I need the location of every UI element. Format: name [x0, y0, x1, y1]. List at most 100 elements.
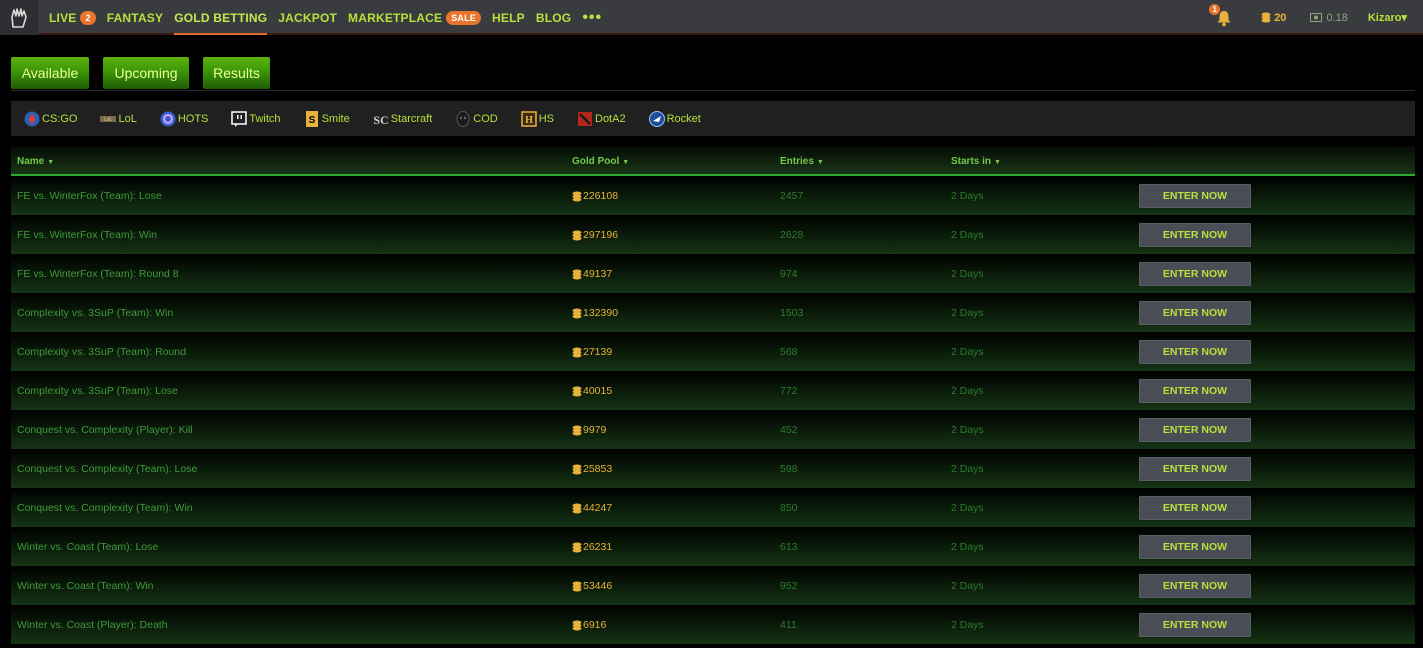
- bet-name-link[interactable]: FE vs. WinterFox (Team): Lose: [17, 190, 162, 202]
- bet-name-link[interactable]: Complexity vs. 3SuP (Team): Win: [17, 307, 173, 319]
- starts-in-cell: 2 Days: [951, 424, 984, 436]
- user-menu[interactable]: Kizaro▾: [1368, 11, 1407, 24]
- table-body: FE vs. WinterFox (Team): Lose 226108 2457 2…: [11, 176, 1415, 644]
- enter-now-button[interactable]: ENTER NOW: [1139, 223, 1251, 247]
- nav-item-blog[interactable]: BLOG: [536, 0, 571, 35]
- nav-item-gold-betting[interactable]: GOLD BETTING: [174, 0, 268, 35]
- gold-coin-icon: [572, 581, 582, 592]
- bet-name-link[interactable]: Winter vs. Coast (Player): Death: [17, 619, 168, 631]
- game-filter-twitch[interactable]: Twitch: [230, 110, 281, 128]
- enter-now-button[interactable]: ENTER NOW: [1139, 379, 1251, 403]
- entries-cell: 2457: [780, 190, 804, 202]
- gold-coin-icon: [572, 464, 582, 475]
- starts-in-cell: 2 Days: [951, 268, 984, 280]
- column-header-entries[interactable]: Entries ▼: [780, 156, 824, 167]
- enter-now-button[interactable]: ENTER NOW: [1139, 496, 1251, 520]
- gold-coin-icon: [572, 230, 582, 241]
- enter-now-button[interactable]: ENTER NOW: [1139, 301, 1251, 325]
- gold-pool-value: 49137: [583, 268, 613, 280]
- enter-now-button[interactable]: ENTER NOW: [1139, 613, 1251, 637]
- starts-in-cell: 2 Days: [951, 307, 984, 319]
- enter-now-button[interactable]: ENTER NOW: [1139, 574, 1251, 598]
- starts-in-cell: 2 Days: [951, 541, 984, 553]
- more-menu-icon[interactable]: •••: [582, 0, 602, 35]
- gold-pool-cell: 53446: [572, 580, 612, 592]
- table-row: Conquest vs. Complexity (Player): Kill 99…: [11, 410, 1415, 449]
- enter-now-button[interactable]: ENTER NOW: [1139, 457, 1251, 481]
- column-header-name[interactable]: Name ▼: [17, 156, 54, 167]
- nav-item-jackpot[interactable]: JACKPOT: [278, 0, 337, 35]
- gold-coin-icon: [1261, 12, 1271, 23]
- nav-item-fantasy[interactable]: FANTASY: [107, 0, 164, 35]
- gold-coin-icon: [572, 269, 582, 280]
- game-filter-lol[interactable]: LoL LoL: [99, 110, 137, 128]
- tab-results[interactable]: Results: [203, 57, 270, 89]
- enter-now-button[interactable]: ENTER NOW: [1139, 535, 1251, 559]
- bet-name-link[interactable]: FE vs. WinterFox (Team): Win: [17, 229, 157, 241]
- cod-icon: [454, 110, 473, 128]
- main-nav: LIVE 2 FANTASY GOLD BETTING JACKPOT MARKETPLA…: [49, 0, 613, 35]
- gold-coin-icon: [572, 542, 582, 553]
- gold-pool-cell: 27139: [572, 346, 612, 358]
- game-filter-dota2[interactable]: DotA2: [576, 110, 626, 128]
- vulcun-logo-icon[interactable]: [0, 0, 38, 35]
- game-filter-hots[interactable]: HOTS: [159, 110, 208, 128]
- table-row: Conquest vs. Complexity (Team): Lose 2585…: [11, 449, 1415, 488]
- bet-name-link[interactable]: FE vs. WinterFox (Team): Round 8: [17, 268, 179, 280]
- game-filter-label: Starcraft: [390, 112, 433, 125]
- starts-in-cell: 2 Days: [951, 580, 984, 592]
- entries-cell: 952: [780, 580, 798, 592]
- nav-right: 1 20 0.18 Kizaro▾: [1209, 0, 1407, 35]
- svg-text:S: S: [308, 115, 315, 126]
- table-row: Conquest vs. Complexity (Team): Win 44247…: [11, 488, 1415, 527]
- entries-cell: 974: [780, 268, 798, 280]
- dota2-icon: [576, 110, 595, 128]
- nav-item-label: BLOG: [535, 10, 572, 25]
- entries-cell: 568: [780, 346, 798, 358]
- bet-name-link[interactable]: Winter vs. Coast (Team): Lose: [17, 541, 158, 553]
- bet-name-link[interactable]: Winter vs. Coast (Team): Win: [17, 580, 154, 592]
- column-header-starts-in[interactable]: Starts in ▼: [951, 156, 1001, 167]
- tab-upcoming[interactable]: Upcoming: [103, 57, 189, 89]
- gold-pool-cell: 6916: [572, 619, 606, 631]
- table-row: FE vs. WinterFox (Team): Round 8 49137 974…: [11, 254, 1415, 293]
- gold-pool-value: 44247: [583, 502, 613, 514]
- game-filter-starcraft[interactable]: SC Starcraft: [372, 110, 433, 128]
- game-filter-hs[interactable]: H HS: [520, 110, 554, 128]
- bet-name-link[interactable]: Complexity vs. 3SuP (Team): Round: [17, 346, 186, 358]
- gold-balance[interactable]: 20: [1261, 12, 1286, 24]
- game-filter-label: CS:GO: [42, 112, 78, 125]
- tab-available[interactable]: Available: [11, 57, 89, 89]
- nav-item-marketplace[interactable]: MARKETPLACE SALE: [348, 0, 482, 35]
- gold-coin-icon: [572, 425, 582, 436]
- cash-balance[interactable]: 0.18: [1310, 12, 1348, 24]
- enter-now-button[interactable]: ENTER NOW: [1139, 418, 1251, 442]
- table-row: FE vs. WinterFox (Team): Lose 226108 2457 2…: [11, 176, 1415, 215]
- enter-now-button[interactable]: ENTER NOW: [1139, 340, 1251, 364]
- game-filter-cod[interactable]: COD: [454, 110, 498, 128]
- game-filter-rocket[interactable]: Rocket: [648, 110, 701, 128]
- bet-name-link[interactable]: Conquest vs. Complexity (Team): Lose: [17, 463, 197, 475]
- gold-pool-cell: 40015: [572, 385, 612, 397]
- notifications-bell-icon[interactable]: 1: [1209, 3, 1233, 27]
- nav-item-help[interactable]: HELP: [492, 0, 525, 35]
- gold-balance-value: 20: [1274, 11, 1287, 24]
- lol-icon: LoL: [99, 110, 118, 128]
- table-row: Complexity vs. 3SuP (Team): Round 27139 56…: [11, 332, 1415, 371]
- gold-pool-cell: 9979: [572, 424, 606, 436]
- hots-icon: [159, 110, 178, 128]
- bet-name-link[interactable]: Complexity vs. 3SuP (Team): Lose: [17, 385, 178, 397]
- gold-coin-icon: [572, 191, 582, 202]
- starts-in-cell: 2 Days: [951, 346, 984, 358]
- column-header-gold-pool[interactable]: Gold Pool ▼: [572, 156, 629, 167]
- bet-name-link[interactable]: Conquest vs. Complexity (Team): Win: [17, 502, 193, 514]
- game-filter-smite[interactable]: S Smite: [303, 110, 350, 128]
- bet-name-link[interactable]: Conquest vs. Complexity (Player): Kill: [17, 424, 193, 436]
- nav-item-live[interactable]: LIVE 2: [49, 0, 96, 35]
- enter-now-button[interactable]: ENTER NOW: [1139, 184, 1251, 208]
- enter-now-button[interactable]: ENTER NOW: [1139, 262, 1251, 286]
- entries-cell: 598: [780, 463, 798, 475]
- gold-pool-cell: 297196: [572, 229, 618, 241]
- game-filter-csgo[interactable]: CS:GO: [23, 110, 77, 128]
- gold-pool-cell: 44247: [572, 502, 612, 514]
